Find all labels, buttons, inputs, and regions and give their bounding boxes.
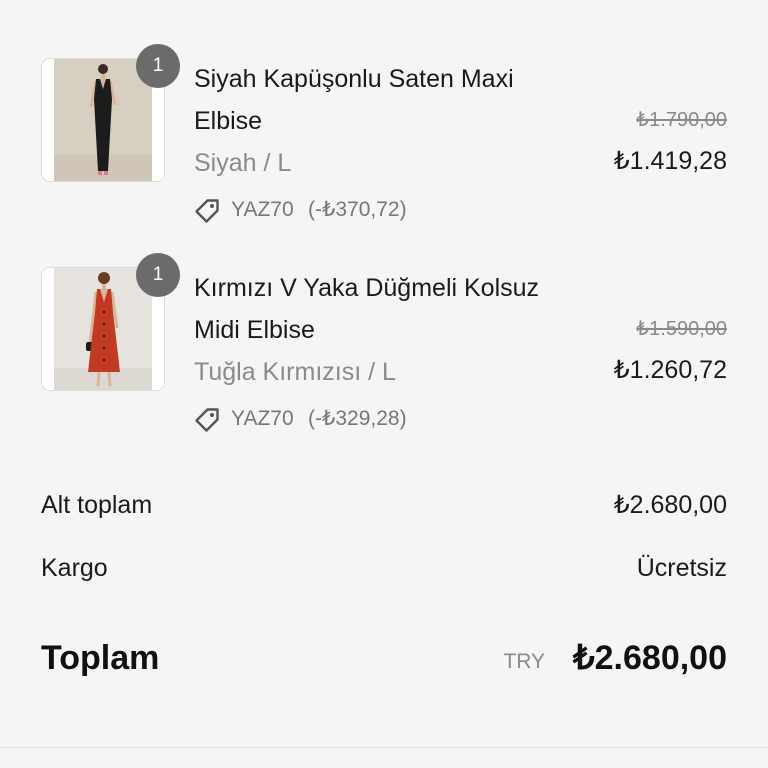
discount-amount: (-₺329,28) [308, 407, 407, 430]
tag-icon [195, 199, 219, 223]
shipping-label: Kargo [41, 554, 108, 582]
original-price: ₺1.790,00 [636, 109, 727, 131]
tag-icon [195, 408, 219, 432]
product-title-line1: Siyah Kapüşonlu Saten Maxi [194, 65, 514, 93]
discount-row: YAZ70 (-₺370,72) [194, 190, 584, 230]
item-details: Siyah Kapüşonlu Saten Maxi Elbise Siyah … [194, 58, 584, 230]
discount-amount: (-₺370,72) [308, 198, 407, 221]
item-prices: ₺1.590,00 ₺1.260,72 [614, 309, 727, 391]
total-row: Toplam TRY ₺2.680,00 [41, 632, 727, 684]
subtotal-row: Alt toplam ₺2.680,00 [41, 483, 727, 527]
current-price: ₺1.260,72 [613, 356, 727, 384]
subtotal-label: Alt toplam [41, 491, 153, 519]
discount-code: YAZ70 [231, 198, 294, 221]
item-prices: ₺1.790,00 ₺1.419,28 [614, 100, 727, 182]
quantity-badge: 1 [136, 253, 180, 297]
order-summary: 1 Siyah Kapüşonlu Saten Maxi Elbise Siya… [0, 0, 768, 768]
total-value: ₺2.680,00 [573, 639, 727, 677]
subtotal-value: ₺2.680,00 [613, 491, 727, 519]
discount-code: YAZ70 [231, 407, 294, 430]
quantity-badge: 1 [136, 44, 180, 88]
total-label: Toplam [41, 639, 160, 677]
currency-code: TRY [503, 650, 545, 673]
current-price: ₺1.419,28 [613, 147, 727, 175]
item-details: Kırmızı V Yaka Düğmeli Kolsuz Midi Elbis… [194, 267, 584, 439]
discount-row: YAZ70 (-₺329,28) [194, 399, 584, 439]
divider [0, 747, 768, 748]
shipping-value: Ücretsiz [636, 554, 727, 582]
product-title-line2: Elbise [194, 107, 263, 135]
shipping-row: Kargo Ücretsiz [41, 546, 727, 590]
original-price: ₺1.590,00 [636, 318, 727, 340]
product-thumbnail: 1 [41, 253, 180, 391]
product-variant: Tuğla Kırmızısı / L [194, 358, 396, 386]
product-variant: Siyah / L [194, 149, 292, 177]
line-item: 1 Siyah Kapüşonlu Saten Maxi Elbise Siya… [0, 44, 768, 248]
product-title-line2: Midi Elbise [194, 316, 315, 344]
line-item: 1 Kırmızı V Yaka Düğmeli Kolsuz Midi Elb… [0, 253, 768, 457]
product-title-line1: Kırmızı V Yaka Düğmeli Kolsuz [194, 274, 540, 302]
product-thumbnail: 1 [41, 44, 180, 182]
